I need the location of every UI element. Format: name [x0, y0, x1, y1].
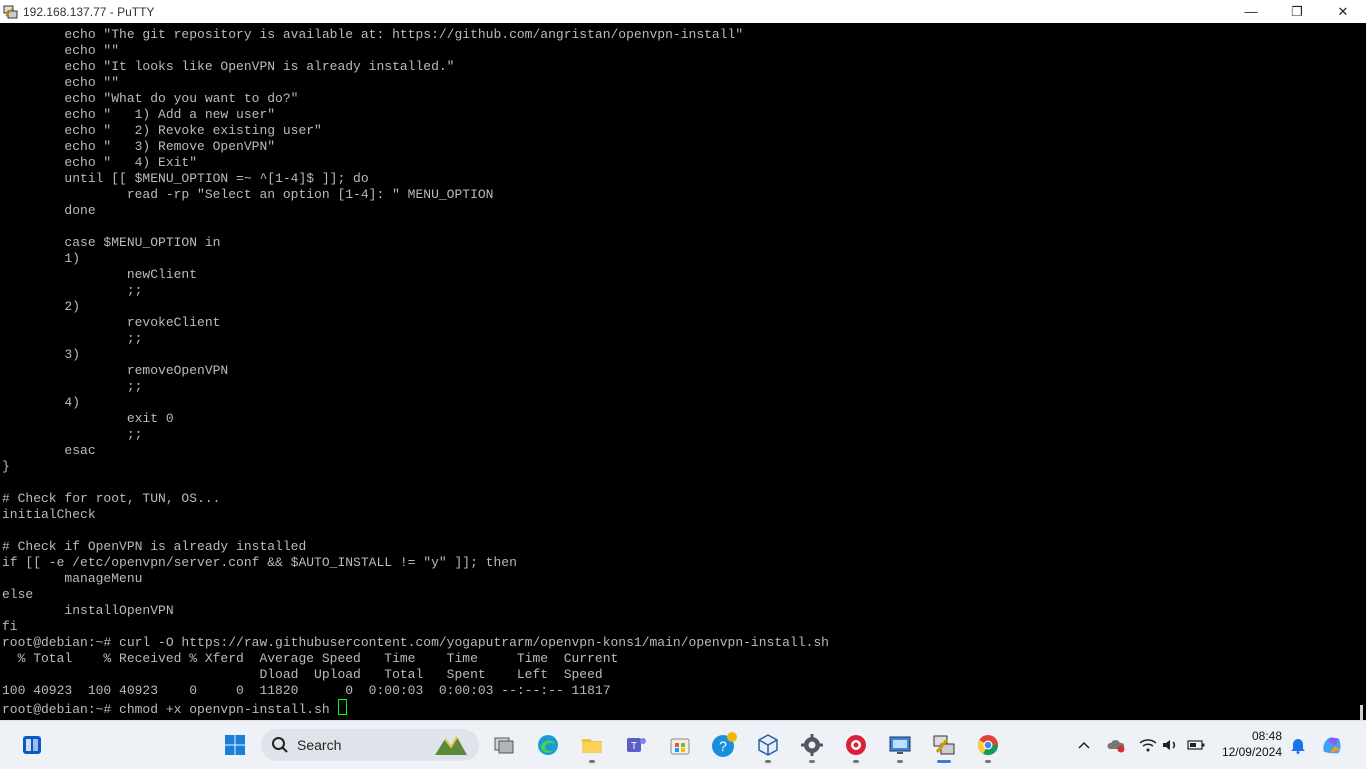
search-box[interactable]: Search [261, 729, 479, 761]
putty-icon [3, 4, 19, 20]
store-icon[interactable] [664, 729, 696, 761]
terminal-line: if [[ -e /etc/openvpn/server.conf && $AU… [2, 555, 517, 570]
terminal-line: installOpenVPN [2, 603, 174, 618]
volume-icon[interactable] [1158, 729, 1182, 761]
terminal-line: Dload Upload Total Spent Left Speed [2, 667, 603, 682]
taskbar: Search T ? 08:48 12/09/2024 [0, 720, 1366, 769]
file-explorer-icon[interactable] [576, 729, 608, 763]
search-highlight-icon [431, 733, 471, 757]
system-clock[interactable]: 08:48 12/09/2024 [1222, 728, 1282, 760]
terminal-line: 2) [2, 299, 81, 314]
terminal-line: fi [2, 619, 18, 634]
notification-bell-icon[interactable] [1286, 729, 1310, 761]
terminal-line: ;; [2, 331, 143, 346]
terminal-line: } [2, 459, 10, 474]
terminal-line: echo " 4) Exit" [2, 155, 198, 170]
terminal-scrollbar[interactable] [1356, 23, 1366, 727]
terminal-line: exit 0 [2, 411, 174, 426]
terminal-line: revokeClient [2, 315, 221, 330]
remote-desktop-icon[interactable] [884, 729, 916, 763]
chevron-up-icon[interactable] [1072, 729, 1096, 761]
terminal-line: echo "" [2, 75, 120, 90]
terminal-line: removeOpenVPN [2, 363, 229, 378]
svg-text:T: T [631, 741, 637, 752]
window-titlebar[interactable]: 192.168.137.77 - PuTTY — ❐ ✕ [0, 0, 1366, 23]
terminal-line: newClient [2, 267, 198, 282]
window-title: 192.168.137.77 - PuTTY [23, 4, 155, 19]
putty-icon[interactable] [928, 729, 960, 763]
restore-button[interactable]: ❐ [1274, 0, 1320, 23]
terminal-line: root@debian:~# curl -O https://raw.githu… [2, 635, 829, 650]
settings-icon[interactable] [796, 729, 828, 763]
terminal-line: # Check if OpenVPN is already installed [2, 539, 307, 554]
terminal-line: echo " 2) Revoke existing user" [2, 123, 322, 138]
terminal-line: else [2, 587, 34, 602]
minimize-button[interactable]: — [1228, 0, 1274, 23]
terminal-line: esac [2, 443, 96, 458]
wifi-icon[interactable] [1136, 729, 1160, 761]
terminal-line: % Total % Received % Xferd Average Speed… [2, 651, 619, 666]
edge-icon[interactable] [532, 729, 564, 761]
start-icon[interactable] [219, 729, 251, 761]
clock-date: 12/09/2024 [1221, 745, 1282, 759]
search-label: Search [297, 737, 342, 753]
window-controls: — ❐ ✕ [1228, 0, 1366, 23]
running-indicator [853, 760, 859, 763]
terminal-prompt-line: root@debian:~# chmod +x openvpn-install.… [2, 699, 348, 717]
teams-icon[interactable]: T [620, 729, 652, 761]
terminal-line: ;; [2, 283, 143, 298]
terminal-line: ;; [2, 379, 143, 394]
terminal-line: until [[ $MENU_OPTION =~ ^[1-4]$ ]]; do [2, 171, 369, 186]
terminal-line: manageMenu [2, 571, 143, 586]
chrome-icon[interactable] [972, 729, 1004, 763]
virtualbox-icon[interactable] [752, 729, 784, 763]
task-view-icon[interactable] [488, 729, 520, 761]
svg-text:?: ? [719, 738, 727, 754]
terminal-line: # Check for root, TUN, OS... [2, 491, 221, 506]
running-indicator [985, 760, 991, 763]
running-indicator [809, 760, 815, 763]
app-icon[interactable] [840, 729, 872, 763]
copilot-icon[interactable] [1320, 729, 1344, 761]
terminal-line: initialCheck [2, 507, 96, 522]
terminal-line: read -rp "Select an option [1-4]: " MENU… [2, 187, 494, 202]
running-indicator [897, 760, 903, 763]
search-icon [271, 736, 289, 754]
terminal-line: case $MENU_OPTION in [2, 235, 221, 250]
terminal-line: echo "It looks like OpenVPN is already i… [2, 59, 455, 74]
terminal-line: ;; [2, 427, 143, 442]
close-button[interactable]: ✕ [1320, 0, 1366, 23]
terminal-line: echo " 3) Remove OpenVPN" [2, 139, 276, 154]
terminal-line: echo "The git repository is available at… [2, 27, 744, 42]
running-indicator [589, 760, 595, 763]
terminal-output[interactable]: echo "The git repository is available at… [0, 23, 1356, 719]
terminal-line: echo " 1) Add a new user" [2, 107, 276, 122]
terminal-line: 4) [2, 395, 81, 410]
running-indicator [765, 760, 771, 763]
running-indicator [937, 760, 951, 763]
battery-icon[interactable] [1184, 729, 1208, 761]
terminal-line: echo "What do you want to do?" [2, 91, 299, 106]
terminal-cursor [338, 699, 348, 715]
terminal-line: 3) [2, 347, 81, 362]
terminal-line: 1) [2, 251, 81, 266]
help-icon[interactable]: ? [708, 729, 740, 761]
terminal-line: 100 40923 100 40923 0 0 11820 0 0:00:03 … [2, 683, 611, 698]
widgets-icon[interactable] [16, 729, 48, 761]
terminal-line: done [2, 203, 96, 218]
onedrive-icon[interactable] [1104, 729, 1128, 761]
clock-time: 08:48 [1251, 729, 1282, 743]
terminal-line: echo "" [2, 43, 120, 58]
